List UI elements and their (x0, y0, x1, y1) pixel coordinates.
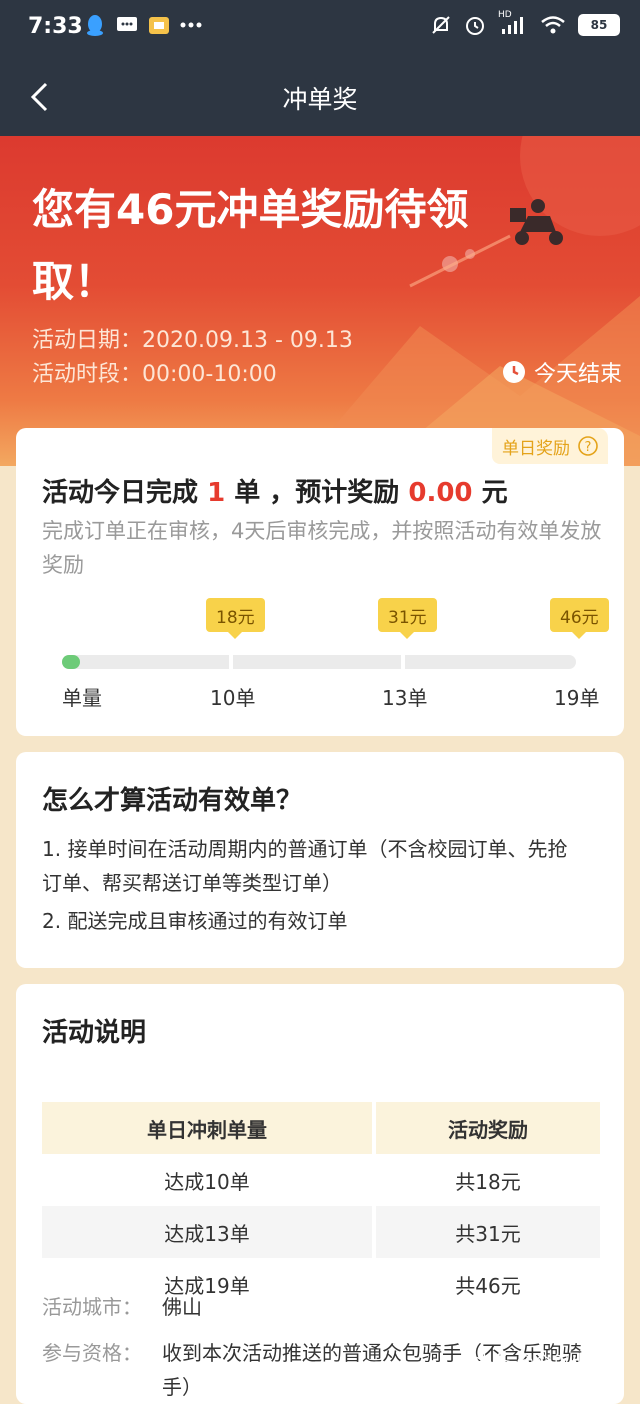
progress-divider (229, 655, 233, 669)
table-cell: 达成13单 (42, 1206, 372, 1258)
qualification-key: 参与资格： (42, 1341, 142, 1365)
more-dots-icon (180, 14, 202, 36)
mute-icon (430, 14, 452, 36)
notification-icons (84, 14, 202, 36)
done-count: 1 (207, 478, 226, 508)
status-bar: 7:33 HD 85 (0, 0, 640, 58)
status-time: 7:33 (28, 14, 83, 39)
hero-banner: 您有46元冲单奖励待领取！ 活动日期：2020.09.13 - 09.13 活动… (0, 136, 640, 466)
city-value: 佛山 (162, 1295, 202, 1319)
title-mid: 单 ，预计奖励 (234, 478, 400, 508)
city-key: 活动城市： (42, 1295, 142, 1319)
valid-order-title: 怎么才算活动有效单？ (42, 786, 303, 816)
signal-icon: HD (498, 10, 528, 36)
qq-icon (84, 14, 106, 36)
progress-card: 单日奖励 ? 活动今日完成 1 单 ，预计奖励 0.00 元 完成订单正在审核，… (16, 428, 624, 736)
activity-date: 活动日期：2020.09.13 - 09.13 (32, 328, 353, 353)
page-title: 冲单奖 (282, 85, 358, 114)
reward-table: 单日冲刺单量 活动奖励 达成10单 共18元 达成13单 共31元 达成19单 … (42, 1102, 600, 1310)
milestone-reward-3: 46元 (550, 598, 609, 639)
table-row: 达成10单 共18元 (42, 1154, 600, 1206)
title-suffix: 元 (481, 478, 508, 508)
table-cell: 共18元 (455, 1169, 521, 1194)
table-cell: 达成10单 (164, 1169, 250, 1194)
rule-item: 1. 接单时间在活动周期内的普通订单（不含校园订单、先抢订单、帮买帮送订单等类型… (42, 837, 568, 895)
axis-start-label: 单量 (62, 686, 102, 710)
table-header: 活动奖励 (376, 1102, 600, 1154)
hd-label: HD (498, 10, 512, 20)
milestone-reward-1: 18元 (206, 598, 265, 639)
progress-divider (401, 655, 405, 669)
rule-item: 2. 配送完成且审核通过的有效订单 (42, 909, 348, 933)
wifi-icon (540, 14, 566, 36)
milestone-reward-2: 31元 (378, 598, 437, 639)
alarm-icon (464, 14, 486, 36)
table-cell: 共31元 (376, 1206, 600, 1258)
milestone-label-3: 19单 (554, 686, 600, 710)
milestone-label-2: 13单 (382, 686, 428, 710)
system-icons: HD 85 (430, 10, 620, 36)
daily-reward-tag[interactable]: 单日奖励 ? (492, 428, 608, 464)
watermark: 头条 @众包小肥仔 (474, 1352, 624, 1373)
progress-fill (62, 655, 80, 669)
activity-desc-title: 活动说明 (42, 1018, 147, 1048)
app-icon (148, 14, 170, 36)
reward-amount: 0.00 (408, 478, 473, 508)
title-prefix: 活动今日完成 (42, 478, 199, 508)
help-icon: ? (578, 436, 598, 456)
nav-bar: 冲单奖 (0, 58, 640, 136)
end-label: 今天结束 (533, 362, 622, 387)
tag-label: 单日奖励 (502, 438, 570, 459)
end-indicator: 今天结束 (502, 356, 622, 388)
svg-text:?: ? (585, 440, 592, 455)
hero-title: 您有46元冲单奖励待领取！ (32, 185, 469, 306)
milestone-label-1: 10单 (210, 686, 256, 710)
battery-icon: 85 (578, 14, 620, 36)
valid-order-card: 怎么才算活动有效单？ 1. 接单时间在活动周期内的普通订单（不含校园订单、先抢订… (16, 752, 624, 968)
clock-icon (502, 361, 525, 383)
activity-time: 活动时段：00:00-10:00 (32, 362, 277, 387)
activity-desc-card: 活动说明 单日冲刺单量 活动奖励 达成10单 共18元 达成13单 共31元 达… (16, 984, 624, 1404)
message-icon (116, 14, 138, 36)
rider-icon (510, 199, 563, 245)
table-row: 达成13单 共31元 (42, 1206, 600, 1258)
table-header-row: 单日冲刺单量 活动奖励 (42, 1102, 600, 1154)
progress-title: 活动今日完成 1 单 ，预计奖励 0.00 元 (42, 472, 508, 509)
progress-bar (62, 655, 576, 669)
progress-description: 完成订单正在审核，4天后审核完成，并按照活动有效单发放奖励 (42, 519, 602, 577)
table-header: 单日冲刺单量 (42, 1102, 372, 1154)
